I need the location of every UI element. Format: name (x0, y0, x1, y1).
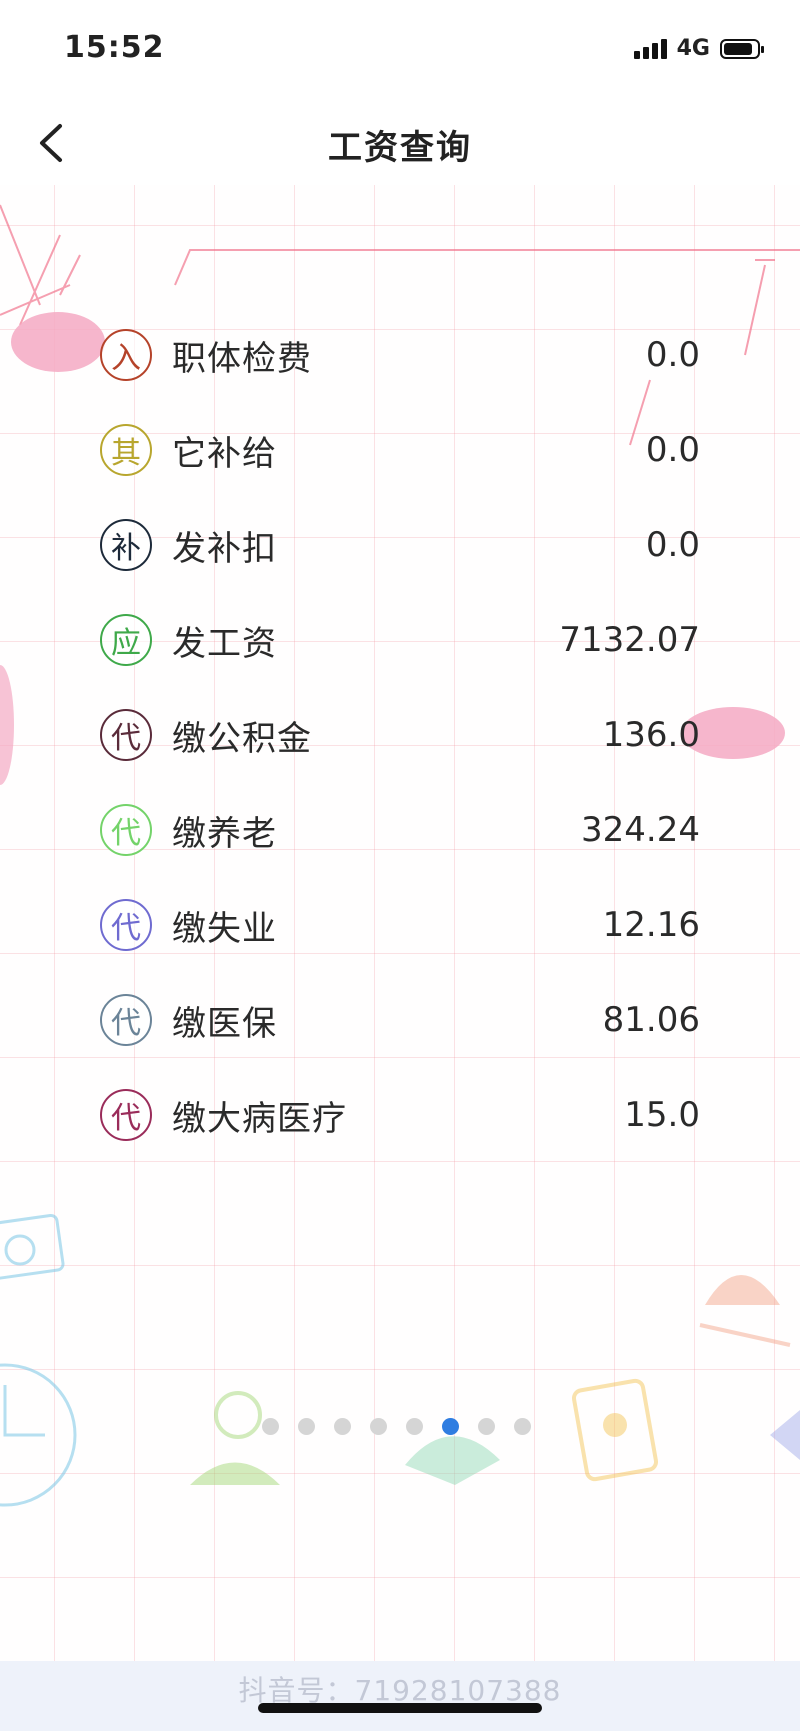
row-value: 12.16 (602, 905, 700, 945)
page-dot[interactable] (370, 1418, 387, 1435)
nav-bar: 工资查询 (0, 100, 800, 185)
page-dot[interactable] (478, 1418, 495, 1435)
row-badge: 代 (100, 1089, 152, 1141)
salary-row: 代缴公积金 136.0 (100, 695, 700, 775)
row-label: 缴失业 (172, 908, 277, 949)
home-indicator[interactable] (258, 1703, 542, 1713)
row-label: 它补给 (172, 433, 277, 474)
salary-row: 补发补扣 0.0 (100, 505, 700, 585)
page-dot[interactable] (334, 1418, 351, 1435)
row-label: 职体检费 (172, 338, 312, 379)
status-indicators: 4G (633, 36, 764, 61)
row-badge: 其 (100, 424, 152, 476)
page-indicator (262, 1418, 531, 1435)
row-badge: 代 (100, 994, 152, 1046)
row-badge: 应 (100, 614, 152, 666)
row-value: 7132.07 (559, 620, 700, 660)
row-value: 81.06 (602, 1000, 700, 1040)
row-label: 缴大病医疗 (172, 1098, 347, 1139)
salary-row: 应发工资 7132.07 (100, 600, 700, 680)
row-value: 136.0 (602, 715, 700, 755)
signal-icon (633, 38, 667, 59)
row-value: 0.0 (645, 525, 700, 565)
row-badge: 入 (100, 329, 152, 381)
row-value: 0.0 (645, 430, 700, 470)
row-label: 缴养老 (172, 813, 277, 854)
salary-row: 代缴养老 324.24 (100, 790, 700, 870)
row-label: 发补扣 (172, 528, 277, 569)
battery-icon (720, 38, 764, 59)
status-bar: 15:52 4G (0, 0, 800, 100)
row-value: 324.24 (581, 810, 700, 850)
row-label: 发工资 (172, 623, 277, 664)
page-dot[interactable] (442, 1418, 459, 1435)
status-time: 15:52 (64, 30, 165, 65)
row-label: 缴医保 (172, 1003, 277, 1044)
row-badge: 代 (100, 804, 152, 856)
salary-row: 代缴医保 81.06 (100, 980, 700, 1060)
salary-row: 其它补给 0.0 (100, 410, 700, 490)
page-dot[interactable] (514, 1418, 531, 1435)
row-badge: 代 (100, 709, 152, 761)
salary-row: 代缴失业 12.16 (100, 885, 700, 965)
row-badge: 代 (100, 899, 152, 951)
salary-row: 入职体检费 0.0 (100, 315, 700, 395)
row-label: 缴公积金 (172, 718, 312, 759)
row-value: 0.0 (645, 335, 700, 375)
page-dot[interactable] (406, 1418, 423, 1435)
row-badge: 补 (100, 519, 152, 571)
footer: 抖音号：71928107388 (0, 1661, 800, 1731)
salary-row: 代缴大病医疗 15.0 (100, 1075, 700, 1155)
network-label: 4G (676, 36, 710, 61)
salary-content: 入职体检费 0.0 其它补给 0.0 补发补扣 0.0 应发工资 7132.07 代缴公积金 13… (0, 185, 800, 1661)
page-dot[interactable] (298, 1418, 315, 1435)
page-title: 工资查询 (328, 128, 472, 168)
row-value: 15.0 (624, 1095, 700, 1135)
page-dot[interactable] (262, 1418, 279, 1435)
